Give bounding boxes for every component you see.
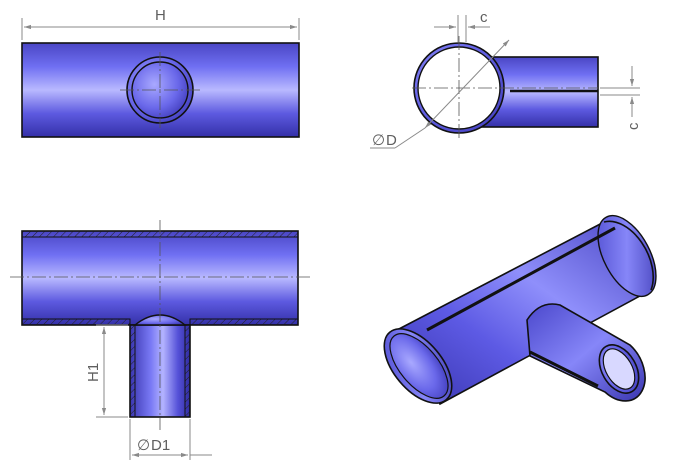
- front-section-view: H1 ∅ D1: [10, 220, 310, 460]
- side-view: c c ∅ D: [370, 9, 642, 149]
- label-d1: D1: [151, 437, 170, 454]
- technical-drawing: H c c ∅ D H1 ∅ D1: [10, 7, 657, 460]
- label-d1-symbol: ∅: [137, 437, 150, 454]
- wall-bottom-left-hatch: [21, 318, 131, 326]
- isometric-view: [383, 214, 657, 406]
- label-c-side: c: [625, 122, 642, 130]
- label-d-symbol: ∅: [372, 132, 385, 149]
- label-c-top: c: [480, 9, 488, 26]
- branch-wall-right-hatch: [184, 324, 191, 418]
- top-view: H: [21, 7, 300, 138]
- label-h: H: [155, 7, 166, 24]
- label-h1: H1: [85, 363, 102, 382]
- label-d: D: [386, 132, 397, 149]
- branch-wall-left-hatch: [129, 324, 136, 418]
- wall-bottom-right-hatch: [189, 318, 299, 326]
